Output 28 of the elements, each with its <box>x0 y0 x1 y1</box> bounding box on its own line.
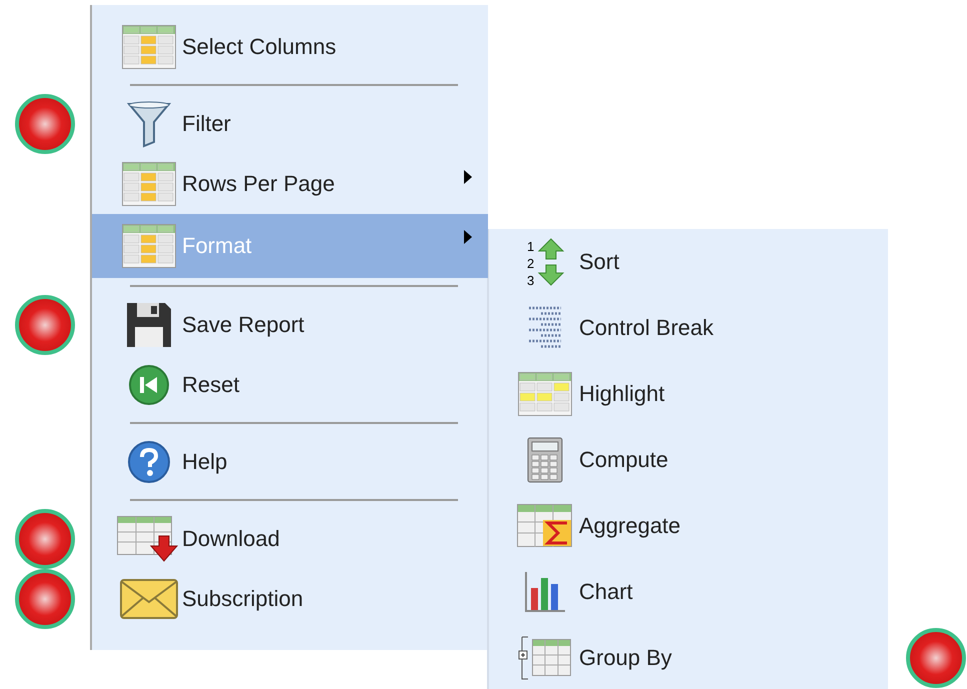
rewind-icon <box>128 364 170 406</box>
menu-item[interactable]: Group By <box>489 625 888 689</box>
bar-chart-icon <box>523 570 567 614</box>
menu-item[interactable]: Reset <box>92 355 488 415</box>
table-download-icon <box>117 516 181 562</box>
funnel-icon <box>127 100 171 148</box>
menu-item[interactable]: Highlight <box>489 361 888 427</box>
menu-item[interactable]: Filter <box>92 94 488 154</box>
menu-item[interactable]: Rows Per Page <box>92 154 488 214</box>
menu-item[interactable]: Aggregate <box>489 493 888 559</box>
menu-item[interactable]: Help <box>92 432 488 492</box>
table-sigma-icon <box>517 504 573 548</box>
menu-item[interactable]: Compute <box>489 427 888 493</box>
table-icon <box>518 372 572 416</box>
table-icon <box>122 25 176 69</box>
menu-item[interactable]: Select Columns <box>92 17 488 77</box>
menu-item[interactable]: 1 2 3 Sort <box>489 229 888 295</box>
menu-item[interactable]: Subscription <box>92 569 488 629</box>
grouped-table-icon <box>518 635 572 681</box>
table-icon <box>122 224 176 268</box>
table-icon <box>122 162 176 206</box>
help-icon <box>127 440 171 484</box>
menu-item[interactable]: Control Break <box>489 295 888 361</box>
menu-item[interactable]: Chart <box>489 559 888 625</box>
envelope-icon <box>119 578 179 620</box>
menu-item[interactable]: Download <box>92 509 488 569</box>
menu-item[interactable]: Save Report <box>92 295 488 355</box>
calculator-icon <box>527 437 563 483</box>
